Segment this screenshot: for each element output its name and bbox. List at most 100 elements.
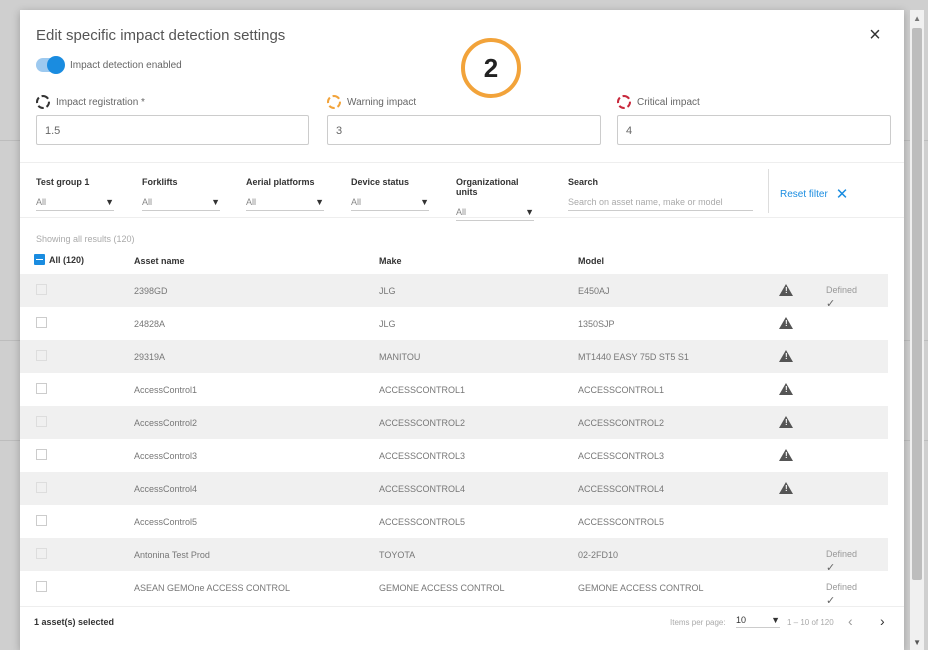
warning-circle-icon: [327, 95, 341, 109]
make-cell: MANITOU: [379, 352, 421, 362]
table-row[interactable]: 2398GD JLG E450AJ ✓Defined: [20, 274, 888, 310]
filter-organizational-units[interactable]: Organizational units All ▼: [456, 177, 534, 221]
filter-value: All: [351, 197, 362, 207]
table-row[interactable]: AccessControl1 ACCESSCONTROL1 ACCESSCONT…: [20, 373, 888, 406]
row-checkbox[interactable]: [36, 317, 47, 328]
close-icon: ✕: [835, 186, 849, 203]
row-checkbox[interactable]: [36, 515, 47, 526]
threshold-label-text: Critical impact: [637, 96, 700, 108]
close-icon[interactable]: ×: [864, 24, 886, 46]
make-cell: TOYOTA: [379, 550, 416, 560]
chevron-down-icon: ▼: [211, 197, 220, 207]
asset-name-cell: AccessControl1: [134, 385, 198, 395]
threshold-label-text: Impact registration *: [56, 96, 145, 108]
threshold-label-text: Warning impact: [347, 96, 417, 108]
filter-label: Device status: [351, 177, 410, 187]
filter-aerial-platforms[interactable]: Aerial platforms All ▼: [246, 177, 324, 211]
items-per-page-value: 10: [736, 615, 747, 625]
row-checkbox[interactable]: [36, 284, 47, 295]
table-row[interactable]: AccessControl3 ACCESSCONTROL3 ACCESSCONT…: [20, 439, 888, 472]
filter-divider: [768, 169, 769, 213]
make-cell: ACCESSCONTROL2: [379, 418, 466, 428]
scroll-down-arrow-icon[interactable]: ▼: [913, 638, 921, 647]
table-row[interactable]: AccessControl4 ACCESSCONTROL4 ACCESSCONT…: [20, 472, 888, 505]
warning-triangle-icon: [779, 350, 793, 362]
chevron-down-icon: ▼: [420, 197, 429, 207]
warning-triangle-icon: [779, 416, 793, 428]
scroll-up-arrow-icon[interactable]: ▲: [913, 14, 921, 23]
filter-label: Aerial platforms: [246, 177, 315, 187]
search-label: Search: [568, 177, 599, 187]
items-per-page-select[interactable]: 10 ▼: [736, 615, 780, 628]
table-row[interactable]: 29319A MANITOU MT1440 EASY 75D ST5 S1: [20, 340, 888, 373]
filter-forklifts[interactable]: Forklifts All ▼: [142, 177, 220, 211]
row-checkbox[interactable]: [36, 449, 47, 460]
asset-name-cell: 2398GD: [134, 286, 168, 296]
critical-circle-icon: [617, 95, 631, 109]
defined-status: ✓ Defined: [826, 285, 858, 310]
make-cell: JLG: [379, 319, 396, 329]
filter-value: All: [36, 197, 47, 207]
row-checkbox[interactable]: [36, 416, 47, 427]
model-cell: ACCESSCONTROL5: [578, 517, 665, 527]
filter-select[interactable]: All ▼: [456, 207, 534, 221]
make-cell: ACCESSCONTROL1: [379, 385, 466, 395]
chevron-down-icon: ▼: [315, 197, 324, 207]
make-cell: ACCESSCONTROL4: [379, 484, 466, 494]
filter-select[interactable]: All ▼: [246, 197, 324, 211]
make-cell: ACCESSCONTROL5: [379, 517, 466, 527]
warning-impact-input[interactable]: 3: [327, 115, 601, 145]
warning-triangle-icon: [779, 383, 793, 395]
critical-impact-input[interactable]: 4: [617, 115, 891, 145]
defined-status: ✓ Defined: [826, 582, 857, 607]
search-input[interactable]: Search on asset name, make or model: [568, 197, 753, 211]
search-filter: Search Search on asset name, make or mod…: [568, 177, 753, 211]
row-checkbox[interactable]: [36, 350, 47, 361]
asset-table-body: 2398GD JLG E450AJ ✓Defined 24828A JLG 13…: [20, 274, 888, 607]
dialog-title: Edit specific impact detection settings: [36, 27, 286, 44]
defined-label: Defined: [826, 549, 858, 559]
column-header-make[interactable]: Make: [379, 256, 402, 266]
impact-detection-toggle[interactable]: [36, 56, 65, 74]
filter-label: Organizational units: [456, 177, 519, 197]
table-row[interactable]: AccessControl2 ACCESSCONTROL2 ACCESSCONT…: [20, 406, 888, 439]
model-cell: ACCESSCONTROL1: [578, 385, 665, 395]
impact-registration-input[interactable]: 1.5: [36, 115, 309, 145]
indeterminate-checkbox-icon: [34, 254, 45, 265]
model-cell: GEMONE ACCESS CONTROL: [578, 583, 704, 593]
defined-status: ✓ Defined: [826, 549, 858, 574]
row-checkbox[interactable]: [36, 482, 47, 493]
table-row[interactable]: 24828A JLG 1350SJP: [20, 307, 888, 340]
table-row[interactable]: ASEAN GEMOne ACCESS CONTROL GEMONE ACCES…: [20, 571, 888, 607]
filter-select[interactable]: All ▼: [351, 197, 429, 211]
chevron-down-icon: ▼: [105, 197, 114, 207]
items-per-page-label: Items per page:: [670, 618, 726, 627]
chevron-left-icon[interactable]: ‹: [848, 613, 853, 629]
select-all-label: All (120): [49, 254, 85, 265]
row-checkbox[interactable]: [36, 383, 47, 394]
row-checkbox[interactable]: [36, 581, 47, 592]
table-row[interactable]: AccessControl5 ACCESSCONTROL5 ACCESSCONT…: [20, 505, 888, 538]
reset-filter-button[interactable]: Reset filter ✕: [780, 185, 848, 203]
scrollbar-thumb[interactable]: [912, 28, 922, 580]
defined-label: Defined: [826, 285, 858, 295]
toggle-knob: [47, 56, 65, 74]
filter-test-group[interactable]: Test group 1 All ▼: [36, 177, 114, 211]
warning-triangle-icon: [779, 317, 793, 329]
column-header-model[interactable]: Model: [578, 256, 604, 266]
filter-value: All: [246, 197, 257, 207]
filter-bar: Test group 1 All ▼ Forklifts All ▼ Aerial …: [20, 162, 904, 221]
chevron-down-icon: ▼: [771, 615, 780, 625]
warning-triangle-icon: [779, 284, 793, 296]
table-row[interactable]: Antonina Test Prod TOYOTA 02-2FD10 ✓ Defi…: [20, 538, 888, 574]
filter-device-status[interactable]: Device status All ▼: [351, 177, 429, 211]
select-all-checkbox[interactable]: All (120): [34, 254, 84, 265]
row-checkbox[interactable]: [36, 548, 47, 559]
column-header-asset-name[interactable]: Asset name: [134, 256, 185, 266]
reset-filter-label: Reset filter: [780, 188, 828, 200]
filter-select[interactable]: All ▼: [36, 197, 114, 211]
impact-registration-label: Impact registration *: [36, 95, 145, 109]
chevron-right-icon[interactable]: ›: [880, 613, 885, 629]
filter-select[interactable]: All ▼: [142, 197, 220, 211]
model-cell: ACCESSCONTROL2: [578, 418, 665, 428]
